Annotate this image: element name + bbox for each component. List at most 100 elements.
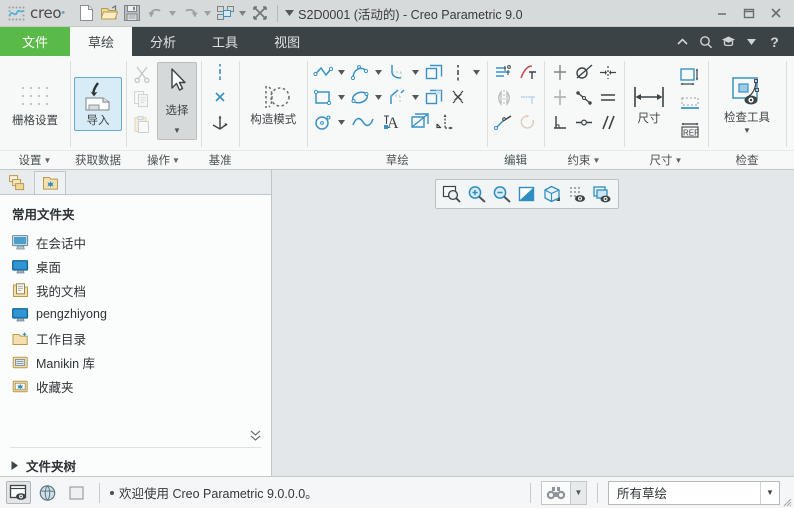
divide-button[interactable] xyxy=(516,85,540,109)
cut-button[interactable] xyxy=(130,62,154,86)
datum-point-button[interactable] xyxy=(208,85,232,109)
mirror-button[interactable] xyxy=(492,85,516,109)
import-button[interactable]: 导入 xyxy=(74,77,122,131)
sidebar-item-desktop[interactable]: 桌面 xyxy=(0,254,271,278)
display-style-icon[interactable] xyxy=(540,182,564,206)
arc-button[interactable] xyxy=(348,60,372,84)
tangent-constraint-button[interactable] xyxy=(572,60,596,84)
find-dropdown-caret-icon[interactable]: ▼ xyxy=(570,481,586,504)
undo-button[interactable] xyxy=(144,2,166,24)
reference-dimension-button[interactable]: REF xyxy=(675,118,705,142)
select-dropdown-caret-icon[interactable]: ▼ xyxy=(173,126,181,139)
close-document-button[interactable] xyxy=(249,2,271,24)
graphics-canvas[interactable] xyxy=(272,170,794,476)
sidebar-item-working-directory[interactable]: 工作目录 xyxy=(0,326,271,350)
equal-constraint-button[interactable] xyxy=(596,85,620,109)
offset-button[interactable] xyxy=(422,60,446,84)
perimeter-dimension-button[interactable] xyxy=(675,66,705,90)
ellipse-button[interactable] xyxy=(348,85,372,109)
centerline-sketch-dropdown[interactable] xyxy=(470,60,483,84)
chamfer-dropdown[interactable] xyxy=(409,85,422,109)
tab-file[interactable]: 文件 xyxy=(0,27,71,56)
rectangle-dropdown[interactable] xyxy=(335,85,348,109)
sidebar-item-my-documents[interactable]: 我的文档 xyxy=(0,278,271,302)
spline-button[interactable] xyxy=(348,110,378,134)
group-label-dimension[interactable]: 尺寸 ▼ xyxy=(624,150,708,169)
tab-analysis[interactable]: 分析 xyxy=(132,27,194,56)
sidebar-item-in-session[interactable]: 在会话中 xyxy=(0,230,271,254)
vertical-constraint-button[interactable] xyxy=(548,60,572,84)
coordinate-system-button[interactable] xyxy=(208,110,232,134)
globe-icon[interactable] xyxy=(35,481,60,504)
inspect-tools-button[interactable]: 检查工具 ▼ xyxy=(712,70,782,138)
rectangle-button[interactable] xyxy=(311,85,335,109)
arc-dropdown[interactable] xyxy=(372,60,385,84)
minimize-button[interactable] xyxy=(708,2,735,24)
project-button[interactable] xyxy=(408,110,432,134)
line-chain-button[interactable] xyxy=(311,60,335,84)
navigator-expand-chevrons[interactable] xyxy=(0,430,271,442)
centerline-button[interactable] xyxy=(208,60,232,84)
window-switch-button[interactable] xyxy=(214,2,236,24)
chevron-down-icon[interactable] xyxy=(741,31,762,52)
maximize-button[interactable] xyxy=(735,2,762,24)
tab-view[interactable]: 视图 xyxy=(256,27,318,56)
group-label-constraints[interactable]: 约束 ▼ xyxy=(543,150,624,169)
model-display-toggle[interactable] xyxy=(6,481,31,504)
window-switch-dropdown[interactable] xyxy=(237,2,248,24)
baseline-dimension-button[interactable] xyxy=(675,92,705,116)
horizontal-constraint-button[interactable] xyxy=(548,85,572,109)
circle-dropdown[interactable] xyxy=(335,110,348,134)
chevron-up-icon[interactable] xyxy=(672,31,693,52)
zoom-fit-icon[interactable] xyxy=(440,182,464,206)
circle-button[interactable] xyxy=(311,110,335,134)
grid-settings-button[interactable]: 栅格设置 xyxy=(4,77,66,131)
binoculars-icon[interactable] xyxy=(542,482,570,504)
navigator-tab-favorites[interactable] xyxy=(34,171,66,194)
modify-button[interactable] xyxy=(492,60,516,84)
line-dropdown[interactable] xyxy=(335,60,348,84)
help-icon[interactable]: ? xyxy=(764,31,785,52)
delete-segment-button[interactable] xyxy=(446,85,470,109)
fillet-button[interactable] xyxy=(385,60,409,84)
redo-button[interactable] xyxy=(179,2,201,24)
group-label-settings[interactable]: 设置 ▼ xyxy=(0,150,70,169)
sidebar-item-manikin-library[interactable]: Manikin 库 xyxy=(0,350,271,374)
open-file-button[interactable] xyxy=(98,2,120,24)
undo-dropdown[interactable] xyxy=(167,2,178,24)
copy-button[interactable] xyxy=(130,87,154,111)
coincident-constraint-button[interactable] xyxy=(572,110,596,134)
search-icon[interactable] xyxy=(695,31,716,52)
tab-tools[interactable]: 工具 xyxy=(194,27,256,56)
sidebar-item-favorites[interactable]: 收藏夹 xyxy=(0,374,271,398)
inspect-tools-caret-icon[interactable]: ▼ xyxy=(743,126,751,135)
blank-page-icon[interactable] xyxy=(64,481,89,504)
text-button[interactable]: A xyxy=(378,110,408,134)
symmetric-constraint-button[interactable] xyxy=(596,60,620,84)
sidebar-item-pengzhiyong[interactable]: pengzhiyong xyxy=(0,302,271,326)
resize-grip[interactable] xyxy=(780,495,792,507)
construction-mode-button[interactable]: 构造模式 xyxy=(243,78,303,130)
midpoint-constraint-button[interactable] xyxy=(572,85,596,109)
group-label-operations[interactable]: 操作 ▼ xyxy=(126,150,201,169)
zoom-out-icon[interactable] xyxy=(490,182,514,206)
folder-tree-toggle[interactable]: 文件夹树 xyxy=(0,448,271,476)
selection-filter-combobox[interactable]: 所有草绘 ▼ xyxy=(608,480,780,505)
save-file-button[interactable] xyxy=(121,2,143,24)
selection-filter-caret-icon[interactable]: ▼ xyxy=(760,481,779,504)
datum-display-icon[interactable] xyxy=(565,182,589,206)
dimension-button[interactable]: 尺寸 xyxy=(627,79,671,129)
qat-customize-dropdown[interactable] xyxy=(284,2,295,24)
repaint-icon[interactable] xyxy=(515,182,539,206)
annotation-display-icon[interactable] xyxy=(590,182,614,206)
select-button[interactable]: 选择 ▼ xyxy=(157,62,197,140)
chamfer-button[interactable] xyxy=(385,85,409,109)
zoom-in-icon[interactable] xyxy=(465,182,489,206)
navigator-tab-model-tree[interactable] xyxy=(2,171,34,194)
rotate-button[interactable] xyxy=(516,110,540,134)
fillet-dropdown[interactable] xyxy=(409,60,422,84)
close-button[interactable] xyxy=(762,2,789,24)
rotate-resize-button[interactable] xyxy=(432,110,456,134)
paste-button[interactable] xyxy=(130,112,154,136)
corner-button[interactable] xyxy=(492,110,516,134)
